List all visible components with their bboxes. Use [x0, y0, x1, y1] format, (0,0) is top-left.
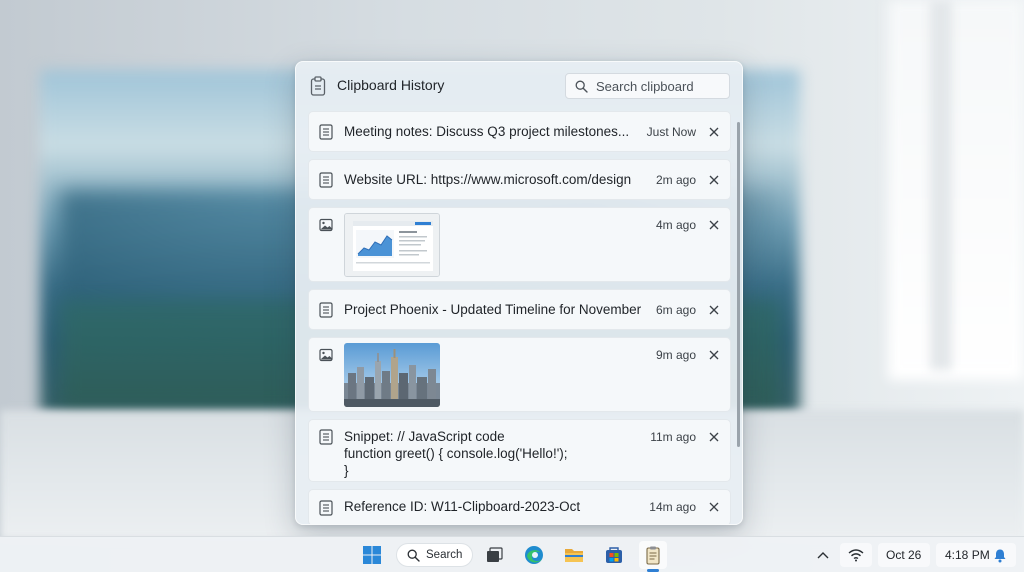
taskbar-date: Oct 26: [886, 548, 922, 562]
taskbar-time: 4:18 PM: [945, 548, 990, 562]
store-button[interactable]: [600, 541, 628, 569]
close-icon[interactable]: [707, 348, 721, 362]
date-display[interactable]: Oct 26: [878, 543, 930, 567]
chevron-up-icon[interactable]: [816, 549, 830, 561]
store-icon: [606, 547, 622, 563]
close-icon[interactable]: [707, 173, 721, 187]
taskbar-search-label: Search: [426, 549, 463, 561]
item-timestamp: 6m ago: [655, 303, 696, 317]
close-icon[interactable]: [707, 125, 721, 139]
search-input[interactable]: Search clipboard: [565, 73, 730, 99]
edge-button[interactable]: [520, 541, 548, 569]
item-text: Snippet: // JavaScript code function gre…: [344, 429, 568, 478]
clock-notification-button[interactable]: 4:18 PM: [936, 543, 1016, 567]
clipboard-icon: [310, 76, 326, 96]
edge-icon: [525, 546, 543, 564]
clipboard-item[interactable]: Reference ID: W11-Clipboard-2023-Oct 14m…: [308, 489, 731, 524]
city-skyline-thumbnail: [344, 343, 440, 407]
document-icon: [319, 302, 333, 318]
item-text: Meeting notes: Discuss Q3 project milest…: [344, 124, 630, 139]
bell-icon: [994, 549, 1006, 563]
panel-header: Clipboard History Search clipboard: [296, 62, 742, 110]
document-screenshot-thumbnail: [344, 213, 440, 277]
close-icon[interactable]: [707, 430, 721, 444]
clipboard-list: Meeting notes: Discuss Q3 project milest…: [308, 111, 732, 524]
close-icon[interactable]: [707, 500, 721, 514]
item-timestamp: 2m ago: [655, 173, 696, 187]
panel-title: Clipboard History: [337, 77, 445, 93]
item-text: Project Phoenix - Updated Timeline for N…: [344, 302, 642, 317]
start-icon: [363, 546, 381, 564]
clipboard-history-panel: Clipboard History Search clipboard Meeti…: [295, 61, 743, 525]
item-timestamp: 4m ago: [655, 218, 696, 232]
clipboard-item[interactable]: Snippet: // JavaScript code function gre…: [308, 419, 731, 482]
clipboard-app-icon: [646, 546, 660, 565]
document-icon: [319, 172, 333, 188]
close-icon[interactable]: [707, 218, 721, 232]
task-view-icon: [487, 547, 503, 562]
item-text: Reference ID: W11-Clipboard-2023-Oct: [344, 499, 581, 514]
item-timestamp: 14m ago: [649, 500, 696, 514]
clipboard-item[interactable]: Meeting notes: Discuss Q3 project milest…: [308, 111, 731, 152]
clipboard-item-image[interactable]: 9m ago: [308, 337, 731, 412]
item-timestamp: 9m ago: [655, 348, 696, 362]
task-view-button[interactable]: [480, 541, 508, 569]
document-icon: [319, 500, 333, 516]
document-icon: [319, 124, 333, 140]
item-timestamp: 11m ago: [650, 430, 696, 444]
image-icon: [319, 218, 333, 232]
search-icon: [575, 80, 588, 93]
item-timestamp: Just Now: [646, 125, 696, 139]
scrollbar[interactable]: [737, 122, 740, 447]
taskbar: Search Oct 26 4:18 PM: [0, 536, 1024, 572]
taskbar-search[interactable]: Search: [396, 543, 473, 567]
wifi-icon: [848, 549, 864, 562]
search-icon: [407, 549, 420, 562]
clipboard-app-button[interactable]: [639, 541, 667, 569]
start-button[interactable]: [358, 541, 386, 569]
item-text: Website URL: https://www.microsoft.com/d…: [344, 172, 632, 187]
image-icon: [319, 348, 333, 362]
clipboard-item-image[interactable]: 4m ago: [308, 207, 731, 282]
document-icon: [319, 429, 333, 445]
clipboard-item[interactable]: Website URL: https://www.microsoft.com/d…: [308, 159, 731, 200]
file-explorer-button[interactable]: [560, 541, 588, 569]
clipboard-item[interactable]: Project Phoenix - Updated Timeline for N…: [308, 289, 731, 330]
search-placeholder: Search clipboard: [596, 79, 694, 94]
network-tray-button[interactable]: [840, 543, 872, 567]
close-icon[interactable]: [707, 303, 721, 317]
file-explorer-icon: [565, 549, 583, 562]
